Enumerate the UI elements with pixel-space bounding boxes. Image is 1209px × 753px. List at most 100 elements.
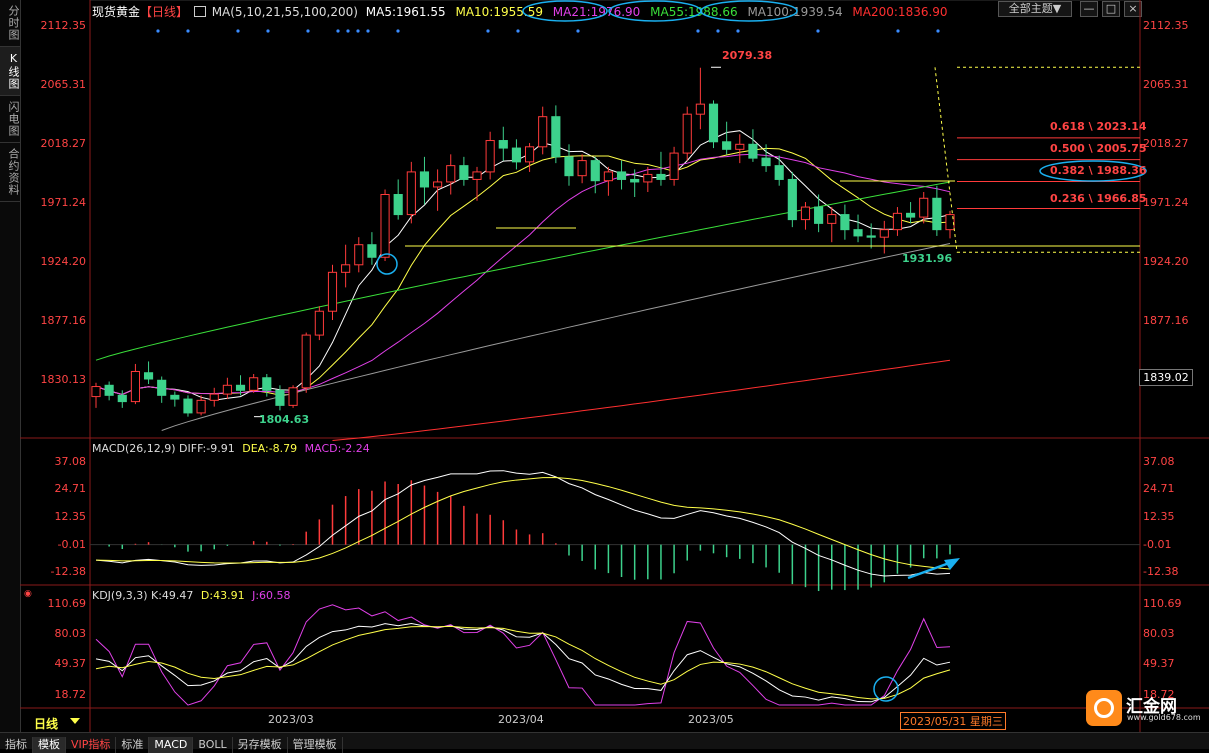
macd-tick: -0.01 [1143,537,1172,551]
ma-line-ma5 [95,130,951,401]
btab-standard[interactable]: 标准 [116,737,150,753]
ma-line-ma21 [95,153,951,396]
y-tick-left: 2018.27 [40,136,87,150]
candle-body [196,399,206,414]
btab-indicator[interactable]: 指标 [0,737,33,753]
low-price-label-1: 1804.63 [259,413,310,426]
kdj-tick: 110.69 [1143,597,1182,611]
candle-body [722,141,732,150]
macd-tick: 37.08 [1143,454,1175,468]
annotation-ellipse [522,0,608,22]
btab-macd[interactable]: MACD [149,737,194,753]
candle-body [840,214,850,231]
ma-line-ma10 [95,147,951,396]
candle-body [735,143,745,150]
macd-diff-line [95,470,951,577]
period-dropdown-icon[interactable] [70,718,80,724]
macd-tick: -0.01 [57,537,86,551]
watermark-url: www.gold678.com [1127,713,1201,722]
signal-dot [516,29,520,33]
signal-dot [366,29,370,33]
macd-tick: 24.71 [54,482,87,496]
candle-body [262,377,272,391]
candle-body [590,160,600,182]
signal-dot [336,29,340,33]
candle-body [183,398,193,414]
kdj-tick: 18.72 [54,687,87,701]
candle-body [380,194,390,258]
main-panel-frame [89,0,1141,439]
candle-body [354,244,364,266]
annotation-ellipse [700,0,798,22]
y-tick-right: 1877.16 [1143,314,1189,328]
signal-dot [716,29,720,33]
signal-dot [396,29,400,33]
candle-body [669,152,679,180]
fib-0382-label: 0.382 \ 1988.36 [1050,164,1147,177]
macd-tick: -12.38 [1143,565,1179,579]
candle-body [235,384,246,391]
high-price-label: 2079.38 [722,49,773,62]
candle-body [682,113,692,154]
candle-body [524,146,535,163]
y-tick-right: 1924.20 [1143,255,1189,269]
btab-manage-template[interactable]: 管理模板 [288,737,343,753]
y-tick-left: 2112.35 [40,18,87,32]
candle-body [222,384,232,395]
candle-body [301,334,311,389]
kdj-j-line [95,604,951,706]
signal-dot [486,29,490,33]
candle-body [511,147,522,163]
candle-body [288,387,298,406]
kdj-d: D:43.91 [200,589,245,602]
candle-body [367,244,377,258]
candle-body [853,229,863,237]
x-label-apr: 2023/04 [498,713,544,726]
btab-vip[interactable]: VIP指标 [66,737,117,753]
annotation-ellipse [608,0,702,22]
candle-body [538,116,548,148]
candle-body [406,171,416,216]
period-indicator[interactable]: 日线 [34,715,58,732]
candle-body [117,394,127,403]
kdj-header: KDJ(9,3,3) K:49.47 D:43.91 J:60.58 [92,589,291,602]
candle-body [209,393,219,401]
candle-body [485,140,495,173]
macd-dea: DEA:-8.79 [242,442,298,455]
candle-body [314,310,324,336]
kdj-j: J:60.58 [252,589,291,602]
signal-dot [306,29,310,33]
candle-body [695,103,705,115]
candle-body [551,116,561,158]
y-tick-right: 1971.24 [1143,195,1189,209]
y-tick-left: 1924.20 [40,255,87,269]
current-price-tag: 1839.02 [1139,369,1193,386]
signal-dot [576,29,580,33]
signal-dot [696,29,700,33]
btab-boll[interactable]: BOLL [193,737,233,753]
signal-dot [346,29,350,33]
candle-body [170,394,180,400]
candle-body [327,271,338,312]
candle-body [892,212,903,231]
bottom-toolbar: 指标 模板 VIP指标 标准 MACD BOLL 另存模板 管理模板 [0,732,1209,753]
candle-body [275,389,285,406]
candle-body [104,384,114,396]
candle-body [419,171,430,188]
kdj-tick: 80.03 [1143,627,1175,641]
kdj-tick: 49.37 [1143,657,1175,671]
signal-dot [156,29,160,33]
x-label-may: 2023/05 [688,713,734,726]
signal-dot [236,29,240,33]
cursor-date-label: 2023/05/31 星期三 [900,712,1006,730]
candle-body [143,372,154,380]
signal-dot [266,29,270,33]
candle-body [630,178,640,183]
signal-dot [936,29,940,33]
candle-body [249,377,259,391]
candle-body [656,173,666,180]
signal-dot [816,29,820,33]
candle-body [564,156,574,177]
btab-save-template[interactable]: 另存模板 [233,737,288,753]
btab-template[interactable]: 模板 [33,737,66,753]
